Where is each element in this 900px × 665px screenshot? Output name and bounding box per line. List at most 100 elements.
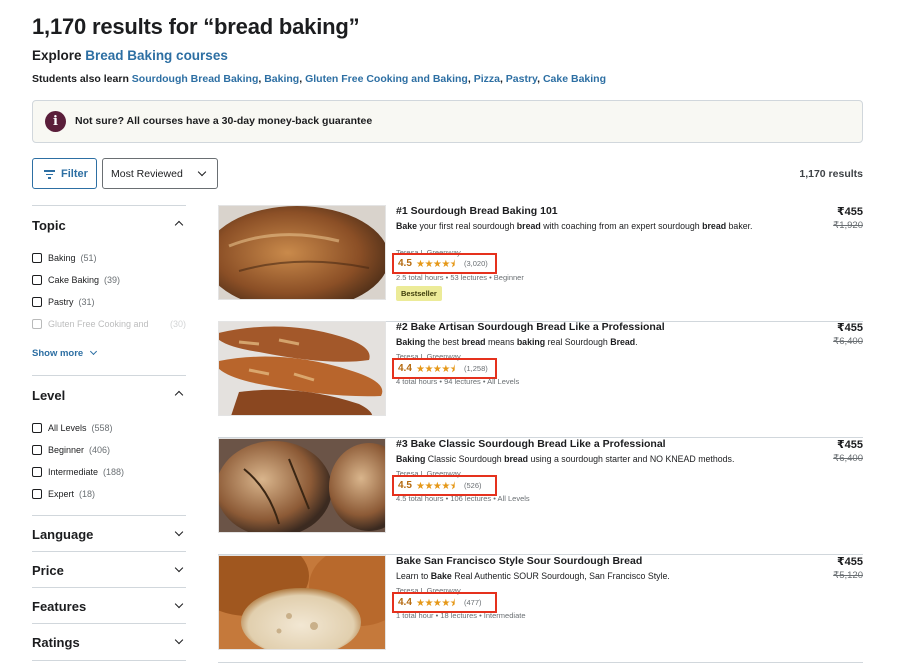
course-title[interactable]: #1 Sourdough Bread Baking 101 — [396, 205, 558, 217]
rating-value: 4.5 — [398, 258, 412, 269]
topic-link[interactable]: Sourdough Bread Baking — [132, 73, 259, 85]
review-count: (3,020) — [464, 259, 488, 268]
topic-link[interactable]: Gluten Free Cooking and Baking — [305, 73, 468, 85]
star-rating-icon: ★★★★⯨ — [416, 259, 455, 270]
level-title[interactable]: Level — [32, 388, 65, 403]
explore-link[interactable]: Bread Baking courses — [85, 48, 228, 63]
course-thumbnail[interactable] — [218, 438, 386, 533]
original-price: ₹1,920 — [833, 220, 863, 231]
show-more-link[interactable]: Show more — [32, 347, 98, 359]
option-label: All Levels — [48, 423, 87, 433]
course-description: Baking Classic Sourdough bread using a s… — [396, 454, 735, 464]
sort-value: Most Reviewed — [111, 168, 183, 180]
show-more-label: Show more — [32, 348, 84, 359]
original-price: ₹6,400 — [833, 336, 863, 347]
course-thumbnail[interactable] — [218, 321, 386, 416]
students-also-learn: Students also learn Sourdough Bread Baki… — [32, 73, 606, 85]
rating-value: 4.4 — [398, 597, 412, 608]
checkbox[interactable] — [32, 319, 42, 329]
filter-button[interactable]: Filter — [32, 158, 97, 189]
guarantee-text: Not sure? All courses have a 30-day mone… — [75, 115, 373, 127]
rating-highlight: 4.5 ★★★★⯨ (526) — [392, 475, 497, 496]
checkbox[interactable] — [32, 489, 42, 499]
course-thumbnail[interactable] — [218, 205, 386, 300]
option-label: Intermediate — [48, 467, 99, 477]
option-count: (51) — [80, 253, 97, 263]
bestseller-badge: Bestseller — [396, 286, 442, 301]
chevron-down-icon — [174, 635, 184, 645]
rating-highlight: 4.4 ★★★★⯨ (1,258) — [392, 358, 497, 379]
chevron-up-icon[interactable] — [174, 390, 184, 400]
option-label: Beginner — [48, 445, 85, 455]
guarantee-banner: i Not sure? All courses have a 30-day mo… — [32, 100, 863, 143]
topic-link[interactable]: Pizza — [474, 73, 500, 85]
topic-option[interactable]: Gluten Free Cooking and (30) — [32, 318, 186, 332]
course-title[interactable]: #2 Bake Artisan Sourdough Bread Like a P… — [396, 321, 665, 333]
sort-dropdown[interactable]: Most Reviewed — [102, 158, 218, 189]
topic-link[interactable]: Cake Baking — [543, 73, 606, 85]
course-card[interactable]: #3 Bake Classic Sourdough Bread Like a P… — [218, 438, 863, 555]
course-price: ₹455 — [836, 206, 863, 218]
price-title: Price — [32, 563, 64, 578]
chevron-down-icon — [174, 563, 184, 573]
chevron-up-icon[interactable] — [174, 220, 184, 230]
rating-value: 4.5 — [398, 480, 412, 491]
review-count: (526) — [464, 481, 482, 490]
filter-icon — [44, 170, 55, 179]
rating-highlight: 4.4 ★★★★⯨ (477) — [392, 592, 497, 613]
course-card[interactable]: #1 Sourdough Bread Baking 101 Bake your … — [218, 205, 863, 322]
checkbox[interactable] — [32, 423, 42, 433]
explore-prefix: Explore — [32, 48, 86, 63]
filter-label: Filter — [61, 168, 88, 180]
course-meta: 2.5 total hours • 53 lectures • Beginner — [396, 273, 524, 282]
language-section[interactable]: Language — [32, 515, 186, 551]
ratings-section[interactable]: Ratings — [32, 623, 186, 661]
chevron-down-icon — [197, 167, 207, 177]
option-count: (558) — [91, 423, 113, 433]
checkbox[interactable] — [32, 297, 42, 307]
option-label: Gluten Free Cooking and — [48, 319, 149, 329]
info-icon: i — [45, 111, 66, 132]
price-section[interactable]: Price — [32, 551, 186, 587]
also-learn-prefix: Students also learn — [32, 73, 132, 85]
checkbox[interactable] — [32, 253, 42, 263]
explore-line: Explore Bread Baking courses — [32, 48, 228, 63]
features-title: Features — [32, 599, 87, 614]
course-price: ₹455 — [836, 439, 863, 451]
course-meta: 1 total hour • 18 lectures • Intermediat… — [396, 611, 526, 620]
topic-link[interactable]: Baking — [264, 73, 299, 85]
course-description: Bake your first real sourdough bread wit… — [396, 221, 753, 231]
option-count: (31) — [78, 297, 95, 307]
original-price: ₹6,400 — [833, 453, 863, 464]
page-title: 1,170 results for “bread baking” — [32, 14, 360, 39]
checkbox[interactable] — [32, 445, 42, 455]
course-thumbnail[interactable] — [218, 555, 386, 650]
rating-value: 4.4 — [398, 363, 412, 374]
ratings-title: Ratings — [32, 635, 80, 650]
original-price: ₹5,120 — [833, 570, 863, 581]
features-section[interactable]: Features — [32, 587, 186, 623]
checkbox[interactable] — [32, 467, 42, 477]
course-title[interactable]: #3 Bake Classic Sourdough Bread Like a P… — [396, 438, 666, 450]
topic-section: Topic Baking (51) Cake Baking (39) Pastr… — [32, 205, 186, 375]
level-section: Level All Levels (558) Beginner (406) In… — [32, 375, 186, 515]
option-label: Expert — [48, 489, 75, 499]
topic-title[interactable]: Topic — [32, 218, 66, 233]
option-count: (30) — [169, 319, 186, 329]
course-card[interactable]: #2 Bake Artisan Sourdough Bread Like a P… — [218, 321, 863, 438]
chevron-down-icon — [174, 527, 184, 537]
review-count: (1,258) — [464, 364, 488, 373]
chevron-down-icon — [89, 347, 98, 356]
topic-link[interactable]: Pastry — [506, 73, 537, 85]
option-count: (39) — [104, 275, 121, 285]
option-count: (188) — [103, 467, 125, 477]
course-description: Learn to Bake Real Authentic SOUR Sourdo… — [396, 571, 670, 581]
option-count: (406) — [89, 445, 111, 455]
course-title[interactable]: Bake San Francisco Style Sour Sourdough … — [396, 555, 642, 567]
checkbox[interactable] — [32, 275, 42, 285]
language-title: Language — [32, 527, 94, 542]
course-meta: 4.5 total hours • 106 lectures • All Lev… — [396, 494, 530, 503]
course-price: ₹455 — [836, 322, 863, 334]
results-count: 1,170 results — [799, 168, 863, 180]
course-card[interactable]: Bake San Francisco Style Sour Sourdough … — [218, 555, 863, 663]
